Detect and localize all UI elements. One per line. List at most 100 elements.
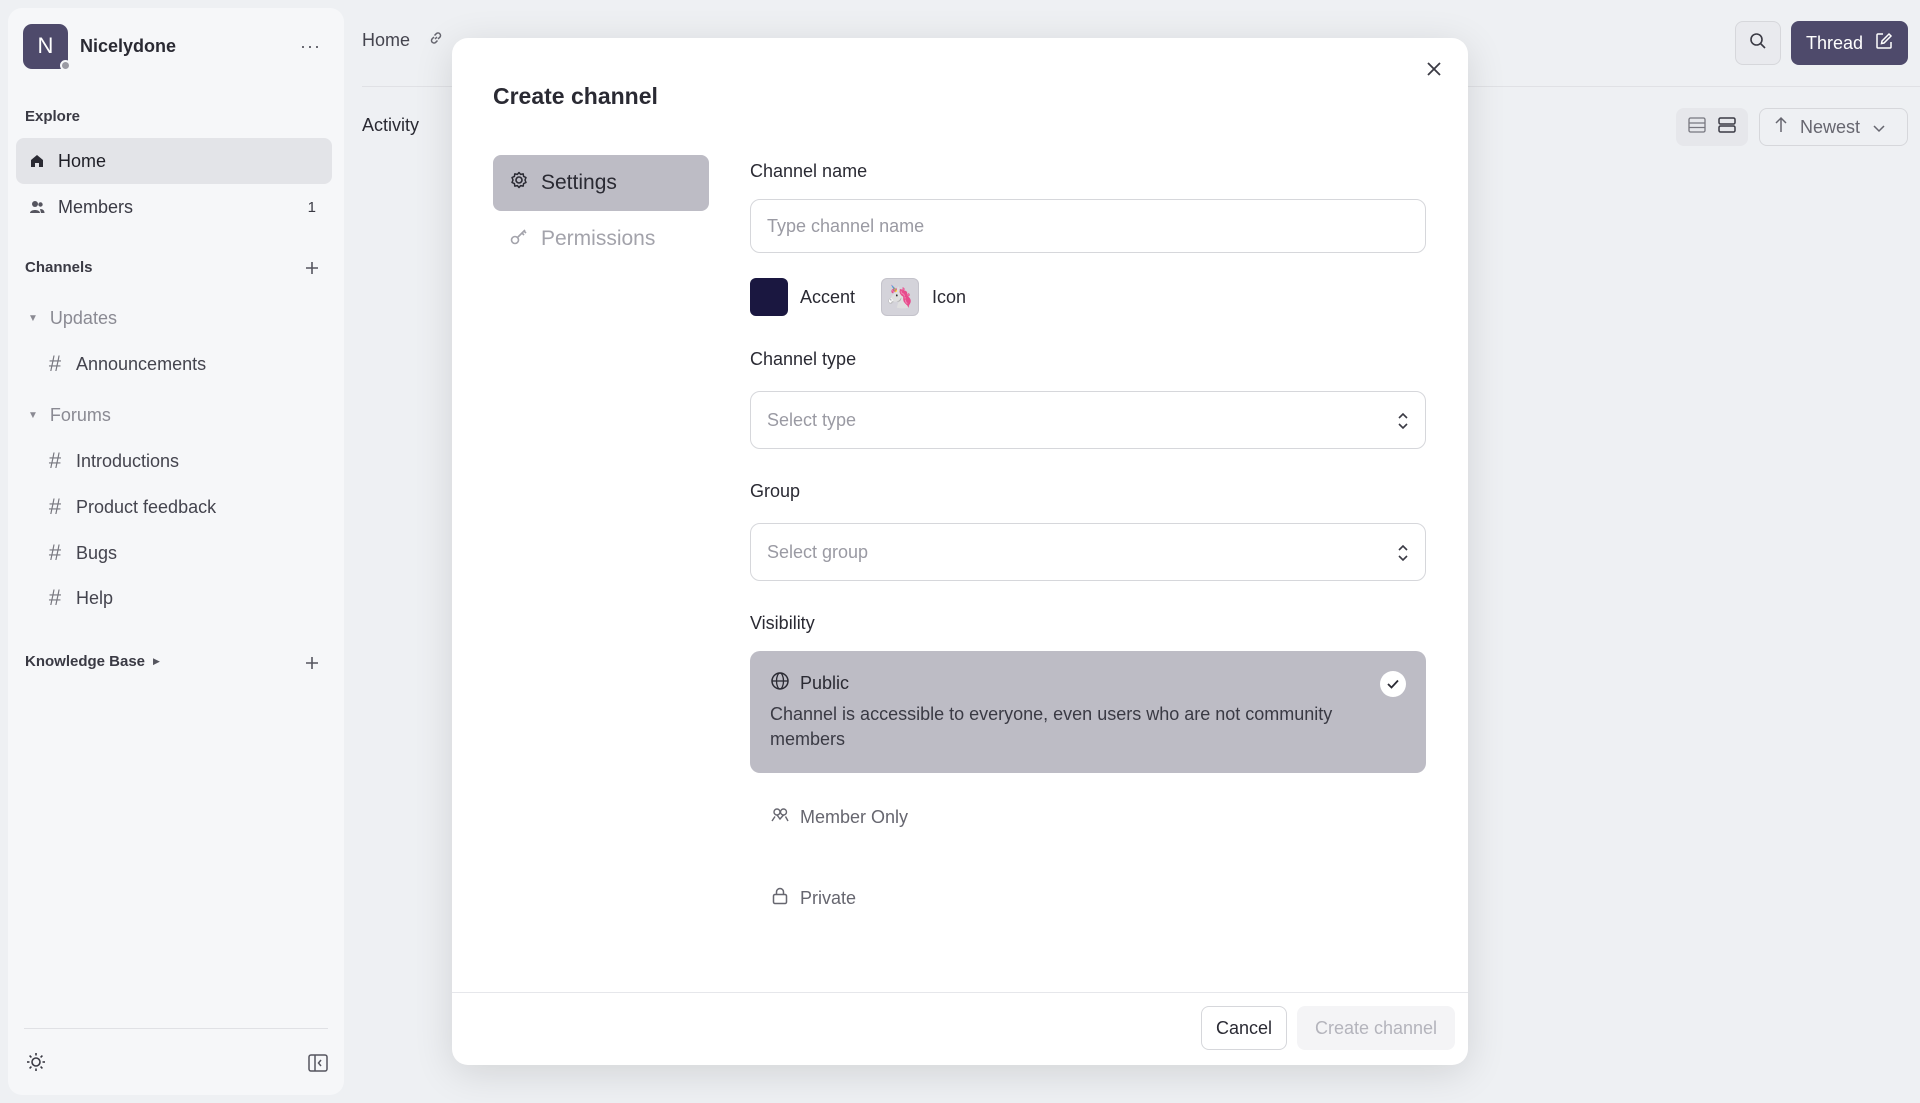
sidebar-item-home[interactable]: Home: [16, 138, 332, 184]
hash-icon: #: [48, 494, 62, 519]
view-toggle: [1676, 108, 1748, 146]
members-count: 1: [307, 198, 316, 216]
workspace-initial: N: [37, 33, 54, 58]
visibility-description: Channel is accessible to everyone, even …: [770, 704, 1333, 749]
list-view-icon[interactable]: [1687, 116, 1707, 139]
arrow-up-icon: [1774, 116, 1788, 139]
caret-down-icon: ▼: [28, 312, 38, 324]
visibility-option-private[interactable]: Private: [770, 886, 856, 911]
tab-permissions[interactable]: Permissions: [493, 211, 709, 267]
visibility-label: Visibility: [750, 613, 815, 633]
channel-label: Announcements: [76, 353, 207, 374]
link-icon[interactable]: [428, 30, 444, 51]
search-icon: [1749, 32, 1767, 55]
chevron-down-icon: [1872, 117, 1886, 138]
sidebar: N Nicelydone ··· Explore Home Members 1 …: [8, 8, 344, 1095]
gear-icon: [509, 170, 529, 196]
visibility-option-public[interactable]: Public Channel is accessible to everyone…: [750, 651, 1426, 773]
channel-type-placeholder: Select type: [767, 409, 857, 430]
workspace-avatar: N: [23, 23, 71, 71]
group-label: Updates: [49, 307, 117, 328]
hash-icon: #: [48, 351, 62, 376]
theme-toggle-icon[interactable]: [26, 1052, 46, 1077]
explore-heading: Explore: [25, 108, 81, 125]
tab-label: Settings: [541, 171, 617, 194]
hash-icon: #: [48, 585, 62, 610]
channel-introductions[interactable]: # Introductions: [46, 441, 179, 481]
accent-label: Accent: [800, 287, 856, 307]
channel-product-feedback[interactable]: # Product feedback: [46, 487, 216, 527]
sort-label: Newest: [1800, 116, 1861, 137]
group-placeholder: Select group: [767, 541, 869, 562]
group-select[interactable]: Select group: [750, 523, 1426, 581]
channel-label: Introductions: [76, 450, 180, 471]
visibility-option-member-only[interactable]: Member Only: [770, 805, 908, 830]
channel-label: Product feedback: [76, 496, 217, 517]
channel-name-label: Channel name: [750, 161, 868, 181]
unicorn-icon: 🦄: [886, 284, 914, 309]
dialog-title: Create channel: [493, 83, 658, 109]
workspace-name: Nicelydone: [80, 35, 177, 56]
channel-name-input[interactable]: [750, 199, 1426, 253]
search-button[interactable]: [1735, 21, 1781, 65]
new-thread-button[interactable]: Thread: [1791, 21, 1908, 65]
breadcrumb-home[interactable]: Home: [362, 30, 410, 51]
channel-type-label: Channel type: [750, 349, 857, 369]
caret-right-icon: ▶: [153, 656, 160, 666]
group-label: Forums: [49, 404, 111, 425]
sort-dropdown[interactable]: Newest: [1759, 108, 1908, 146]
members-icon: [28, 198, 46, 216]
add-knowledge-base-button[interactable]: [300, 651, 324, 675]
create-channel-dialog: Create channel Settings Permissions Chan…: [452, 38, 1468, 1065]
channels-heading: Channels: [25, 259, 93, 276]
option-label: Member Only: [800, 807, 909, 827]
sidebar-item-label: Home: [58, 150, 107, 171]
hash-icon: #: [48, 448, 62, 473]
home-icon: [28, 152, 46, 170]
more-options-icon[interactable]: ···: [300, 36, 321, 57]
icon-label: Icon: [932, 287, 967, 307]
chevron-up-down-icon: [1397, 411, 1409, 436]
breadcrumb: Home: [362, 30, 444, 51]
channel-bugs[interactable]: # Bugs: [46, 533, 117, 573]
caret-down-icon: ▼: [28, 409, 38, 421]
option-label: Private: [800, 888, 857, 908]
status-dot: [60, 59, 71, 71]
cancel-button[interactable]: Cancel: [1201, 1006, 1287, 1050]
channel-announcements[interactable]: # Announcements: [46, 344, 206, 384]
sidebar-item-members[interactable]: Members 1: [16, 184, 332, 230]
create-channel-button[interactable]: Create channel: [1297, 1006, 1455, 1050]
visibility-public-title: Public: [770, 671, 849, 696]
channel-label: Bugs: [76, 542, 118, 563]
workspace-switcher[interactable]: N Nicelydone ···: [23, 23, 329, 71]
group-forums[interactable]: ▼ Forums: [28, 400, 111, 430]
close-icon: [1426, 61, 1442, 82]
add-channel-button[interactable]: [300, 256, 324, 280]
close-button[interactable]: [1418, 55, 1450, 87]
footer-divider: [452, 992, 1468, 993]
accent-color-swatch[interactable]: [750, 278, 788, 316]
collapse-sidebar-icon[interactable]: [308, 1054, 328, 1077]
channel-help[interactable]: # Help: [46, 578, 113, 618]
knowledge-base-heading: Knowledge Base: [25, 653, 146, 670]
sidebar-item-label: Members: [58, 196, 134, 217]
card-view-icon[interactable]: [1717, 116, 1737, 139]
group-label: Group: [750, 481, 801, 501]
visibility-title-text: Public: [800, 673, 850, 693]
hash-icon: #: [48, 540, 62, 565]
members-icon: [770, 805, 790, 830]
thread-button-label: Thread: [1805, 32, 1864, 53]
channel-icon-picker[interactable]: 🦄: [881, 278, 919, 316]
compose-icon: [1875, 32, 1893, 55]
globe-icon: [770, 671, 790, 696]
channel-label: Help: [76, 587, 114, 608]
key-icon: [509, 226, 529, 252]
channel-type-select[interactable]: Select type: [750, 391, 1426, 449]
tab-label: Permissions: [541, 227, 656, 250]
group-updates[interactable]: ▼ Updates: [28, 303, 117, 333]
tab-settings[interactable]: Settings: [493, 155, 709, 211]
activity-heading: Activity: [362, 115, 420, 135]
knowledge-base-toggle[interactable]: Knowledge Base ▶: [25, 653, 160, 670]
check-icon: [1380, 671, 1406, 697]
lock-icon: [770, 886, 790, 911]
